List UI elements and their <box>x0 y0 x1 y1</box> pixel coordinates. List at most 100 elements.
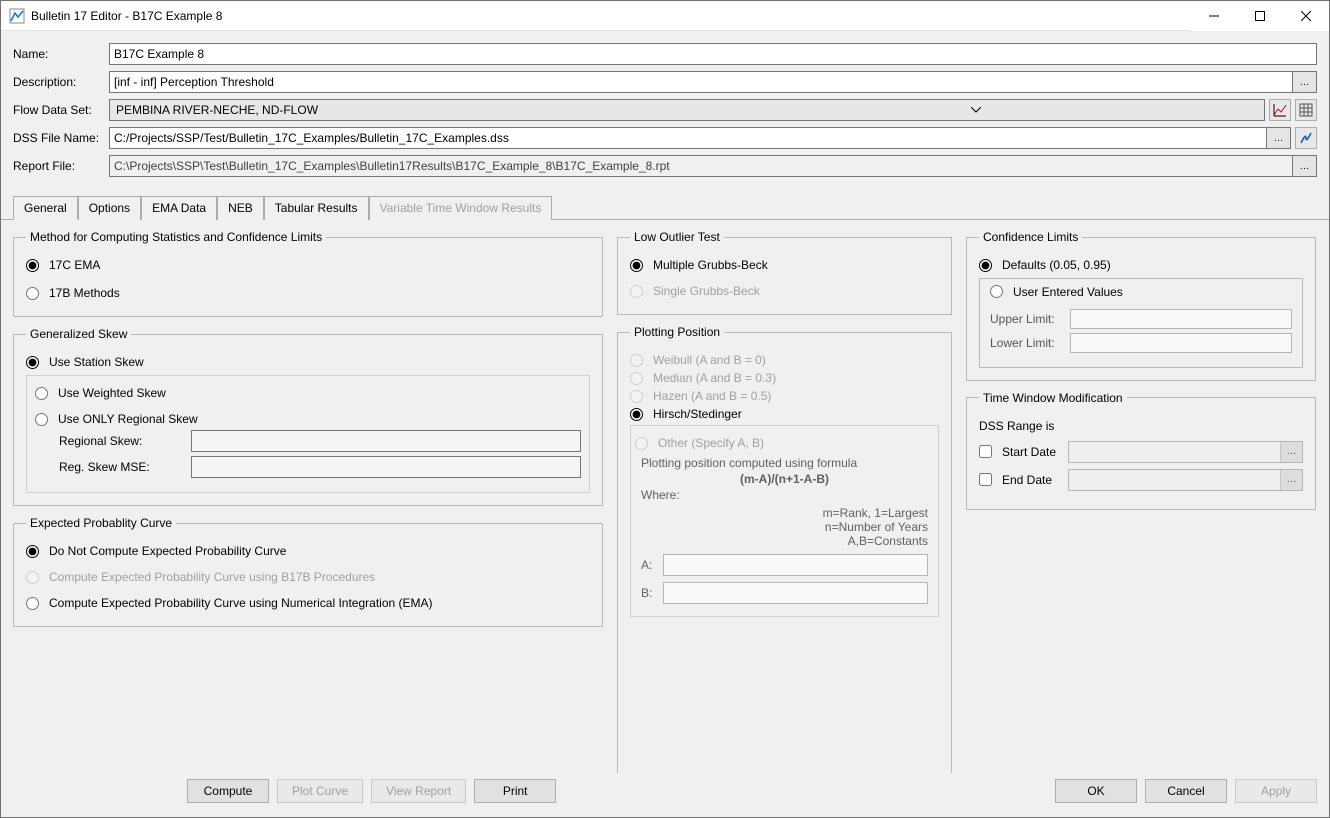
radio-expected-ema-label: Compute Expected Probability Curve using… <box>49 596 433 610</box>
reportfile-input[interactable] <box>109 155 1293 177</box>
view-report-button: View Report <box>371 779 466 803</box>
radio-17b-methods-label: 17B Methods <box>49 286 120 300</box>
radio-multi-grubbs-label: Multiple Grubbs-Beck <box>653 258 768 272</box>
confidence-user-sub: User Entered Values Upper Limit: Lower L… <box>979 278 1303 368</box>
radio-weighted-skew[interactable] <box>35 387 48 400</box>
flowdataset-table-button[interactable] <box>1295 99 1317 121</box>
method-group: Method for Computing Statistics and Conf… <box>13 230 603 317</box>
reportfile-ellipsis-button[interactable]: … <box>1293 155 1317 177</box>
skew-mse-input[interactable] <box>191 456 581 478</box>
description-ellipsis-button[interactable]: … <box>1293 71 1317 93</box>
title-bar: Bulletin 17 Editor - B17C Example 8 <box>1 1 1329 31</box>
radio-other <box>635 437 648 450</box>
end-date-box[interactable]: … <box>1068 469 1303 491</box>
radio-hirsch[interactable] <box>630 408 643 421</box>
plot-a-input[interactable] <box>663 554 928 576</box>
check-end-date-label: End Date <box>1002 473 1062 487</box>
regional-skew-label: Regional Skew: <box>59 434 191 448</box>
plot-desc-n: n=Number of Years <box>825 520 928 534</box>
description-input[interactable] <box>109 71 1293 93</box>
plot-b-label: B: <box>641 586 655 600</box>
timewindow-range-text: DSS Range is <box>979 419 1303 433</box>
minimize-button[interactable] <box>1191 1 1237 31</box>
plot-desc-m: m=Rank, 1=Largest <box>823 506 928 520</box>
plot-desc-ab: A,B=Constants <box>848 534 928 548</box>
skew-group: Generalized Skew Use Station Skew Use We… <box>13 327 603 506</box>
confidence-legend: Confidence Limits <box>979 230 1082 244</box>
description-label: Description: <box>13 75 109 89</box>
radio-expected-17b <box>26 571 39 584</box>
radio-station-skew-label: Use Station Skew <box>49 355 144 369</box>
app-icon <box>9 8 25 24</box>
flowdataset-combo[interactable]: PEMBINA RIVER-NECHE, ND-FLOW <box>109 99 1265 121</box>
radio-hirsch-label: Hirsch/Stedinger <box>653 407 742 421</box>
lowoutlier-group: Low Outlier Test Multiple Grubbs-Beck Si… <box>617 230 952 315</box>
name-input[interactable] <box>109 43 1317 65</box>
start-date-box[interactable]: … <box>1068 441 1303 463</box>
radio-station-skew[interactable] <box>26 356 39 369</box>
check-start-date[interactable] <box>979 445 992 458</box>
radio-single-grubbs-label: Single Grubbs-Beck <box>653 284 760 298</box>
radio-17c-ema[interactable] <box>26 259 39 272</box>
tab-vtw: Variable Time Window Results <box>369 196 553 220</box>
tab-emadata[interactable]: EMA Data <box>141 196 217 220</box>
print-button[interactable]: Print <box>474 779 556 803</box>
flowdataset-plot-button[interactable] <box>1269 99 1291 121</box>
radio-hazen-label: Hazen (A and B = 0.5) <box>653 389 771 403</box>
plot-where: Where: <box>641 488 680 502</box>
start-date-ellipsis-icon: … <box>1280 442 1302 462</box>
ok-button[interactable]: OK <box>1055 779 1137 803</box>
radio-weighted-skew-label: Use Weighted Skew <box>58 386 166 400</box>
radio-weibull-label: Weibull (A and B = 0) <box>653 353 766 367</box>
name-label: Name: <box>13 47 109 61</box>
radio-17b-methods[interactable] <box>26 287 39 300</box>
radio-other-label: Other (Specify A, B) <box>658 436 764 450</box>
tab-neb[interactable]: NEB <box>217 196 264 220</box>
radio-expected-17b-label: Compute Expected Probability Curve using… <box>49 570 375 584</box>
window-title: Bulletin 17 Editor - B17C Example 8 <box>31 9 1191 23</box>
dssfile-input[interactable] <box>109 127 1267 149</box>
close-button[interactable] <box>1283 1 1329 31</box>
check-end-date[interactable] <box>979 473 992 486</box>
radio-expected-none[interactable] <box>26 545 39 558</box>
radio-conf-defaults-label: Defaults (0.05, 0.95) <box>1002 258 1111 272</box>
radio-single-grubbs <box>630 285 643 298</box>
conf-upper-label: Upper Limit: <box>990 312 1064 326</box>
tab-options[interactable]: Options <box>78 196 141 220</box>
regional-skew-input[interactable] <box>191 430 581 452</box>
plot-b-input[interactable] <box>663 582 928 604</box>
radio-expected-none-label: Do Not Compute Expected Probability Curv… <box>49 544 286 558</box>
radio-weibull <box>630 354 643 367</box>
check-start-date-label: Start Date <box>1002 445 1062 459</box>
radio-conf-defaults[interactable] <box>979 259 992 272</box>
dssfile-ellipsis-button[interactable]: … <box>1267 127 1291 149</box>
timewindow-legend: Time Window Modification <box>979 391 1127 405</box>
plot-formula-text: Plotting position computed using formula <box>641 456 857 470</box>
radio-conf-user[interactable] <box>990 285 1003 298</box>
radio-17c-ema-label: 17C EMA <box>49 258 100 272</box>
header-form: Name: Description: … Flow Data Set: PEMB… <box>1 31 1329 189</box>
conf-lower-input[interactable] <box>1070 333 1292 353</box>
radio-regional-skew[interactable] <box>35 413 48 426</box>
tab-tabular[interactable]: Tabular Results <box>264 196 369 220</box>
skew-legend: Generalized Skew <box>26 327 131 341</box>
confidence-group: Confidence Limits Defaults (0.05, 0.95) … <box>966 230 1316 381</box>
dssfile-curve-button[interactable] <box>1295 127 1317 149</box>
plot-formula-eq: (m-A)/(n+1-A-B) <box>641 472 928 486</box>
radio-expected-ema[interactable] <box>26 597 39 610</box>
conf-lower-label: Lower Limit: <box>990 336 1064 350</box>
flowdataset-value: PEMBINA RIVER-NECHE, ND-FLOW <box>116 103 689 117</box>
maximize-button[interactable] <box>1237 1 1283 31</box>
radio-median-label: Median (A and B = 0.3) <box>653 371 776 385</box>
method-legend: Method for Computing Statistics and Conf… <box>26 230 326 244</box>
conf-upper-input[interactable] <box>1070 309 1292 329</box>
tab-general[interactable]: General <box>13 196 78 220</box>
chevron-down-icon <box>689 101 1262 119</box>
cancel-button[interactable]: Cancel <box>1145 779 1227 803</box>
compute-button[interactable]: Compute <box>187 779 269 803</box>
tab-content: Method for Computing Statistics and Conf… <box>1 220 1329 773</box>
expected-legend: Expected Probablity Curve <box>26 516 176 530</box>
radio-multi-grubbs[interactable] <box>630 259 643 272</box>
plot-a-label: A: <box>641 558 655 572</box>
radio-regional-skew-label: Use ONLY Regional Skew <box>58 412 198 426</box>
